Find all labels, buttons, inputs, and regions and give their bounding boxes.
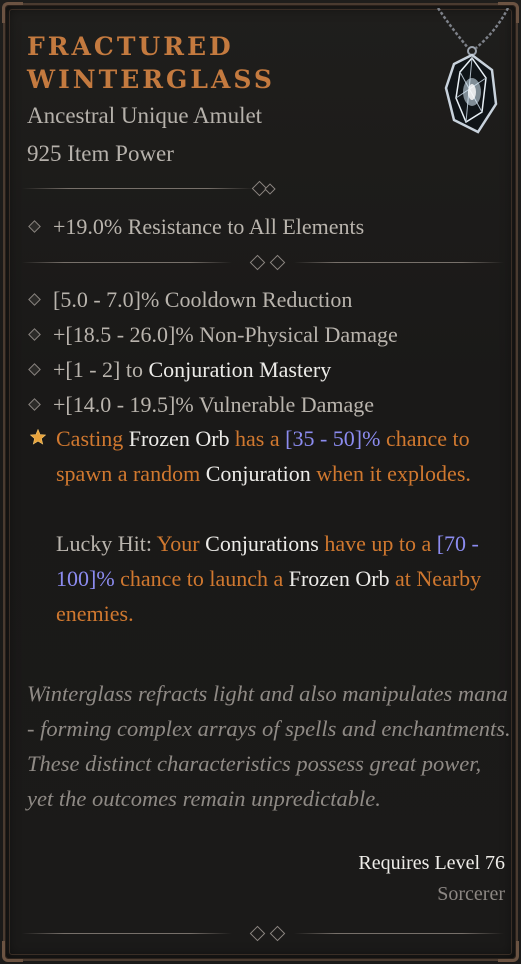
amulet-icon bbox=[436, 8, 510, 134]
unique-power-lucky-hit: Lucky Hit: Your Conjurations have up to … bbox=[56, 526, 506, 631]
affix-text-prefix: +[1 - 2] to bbox=[53, 357, 149, 382]
unique-value-range: [35 - 50]% bbox=[285, 426, 381, 451]
level-requirement: Requires Level 76 bbox=[358, 852, 505, 874]
star-icon bbox=[30, 429, 46, 445]
item-power: 925 Item Power bbox=[27, 141, 174, 166]
flavor-text: Winterglass refracts light and also mani… bbox=[27, 681, 511, 811]
affix-row: +[14.0 - 19.5]% Vulnerable Damage bbox=[28, 387, 375, 422]
item-name-line-2: Winterglass bbox=[27, 65, 275, 94]
unique-skill-name: Frozen Orb bbox=[128, 426, 230, 451]
lucky-hit-label: Lucky Hit: bbox=[56, 531, 157, 556]
diamond-bullet-icon bbox=[28, 328, 41, 341]
unique-power: Casting Frozen Orb has a [35 - 50]% chan… bbox=[56, 421, 506, 631]
diamond-bullet-icon bbox=[28, 220, 41, 233]
affix-skill-name: Conjuration Mastery bbox=[148, 357, 332, 382]
diamond-bullet-icon bbox=[28, 363, 41, 376]
frame-corner bbox=[2, 941, 23, 962]
unique-power-effect: Casting Frozen Orb has a [35 - 50]% chan… bbox=[56, 421, 506, 491]
frame-corner bbox=[2, 2, 23, 23]
item-name: Fractured Winterglass bbox=[27, 30, 275, 96]
unique-text: Casting bbox=[56, 426, 129, 451]
affix-text: +[14.0 - 19.5]% Vulnerable Damage bbox=[53, 392, 375, 417]
affix-text: [5.0 - 7.0]% Cooldown Reduction bbox=[53, 287, 353, 312]
unique-skill-name: Frozen Orb bbox=[288, 566, 390, 591]
diamond-bullet-icon bbox=[28, 398, 41, 411]
section-divider bbox=[22, 180, 282, 197]
implicit-affix: +19.0% Resistance to All Elements bbox=[28, 209, 365, 244]
unique-text: have up to a bbox=[318, 531, 437, 556]
affix-row: +[1 - 2] to Conjuration Mastery bbox=[28, 352, 332, 387]
item-type: Ancestral Unique Amulet bbox=[27, 103, 263, 128]
unique-keyword: Conjurations bbox=[205, 531, 319, 556]
class-requirement: Sorcerer bbox=[437, 883, 505, 905]
unique-text: chance to launch a bbox=[114, 566, 289, 591]
affix-text: +[18.5 - 26.0]% Non-Physical Damage bbox=[53, 322, 398, 347]
implicit-affix-text: +19.0% Resistance to All Elements bbox=[53, 214, 365, 239]
diamond-bullet-icon bbox=[28, 293, 41, 306]
unique-text: when it explodes. bbox=[310, 461, 471, 486]
frame-corner bbox=[498, 941, 519, 962]
bottom-divider bbox=[22, 925, 506, 942]
item-name-line-1: Fractured bbox=[27, 32, 234, 61]
unique-text: Your bbox=[156, 531, 206, 556]
item-tooltip: Fractured Winterglass Ancestral Unique A… bbox=[0, 0, 521, 964]
affix-row: +[18.5 - 26.0]% Non-Physical Damage bbox=[28, 317, 398, 352]
unique-keyword: Conjuration bbox=[205, 461, 311, 486]
section-divider bbox=[22, 254, 506, 271]
affix-row: [5.0 - 7.0]% Cooldown Reduction bbox=[28, 282, 353, 317]
unique-text: has a bbox=[229, 426, 286, 451]
